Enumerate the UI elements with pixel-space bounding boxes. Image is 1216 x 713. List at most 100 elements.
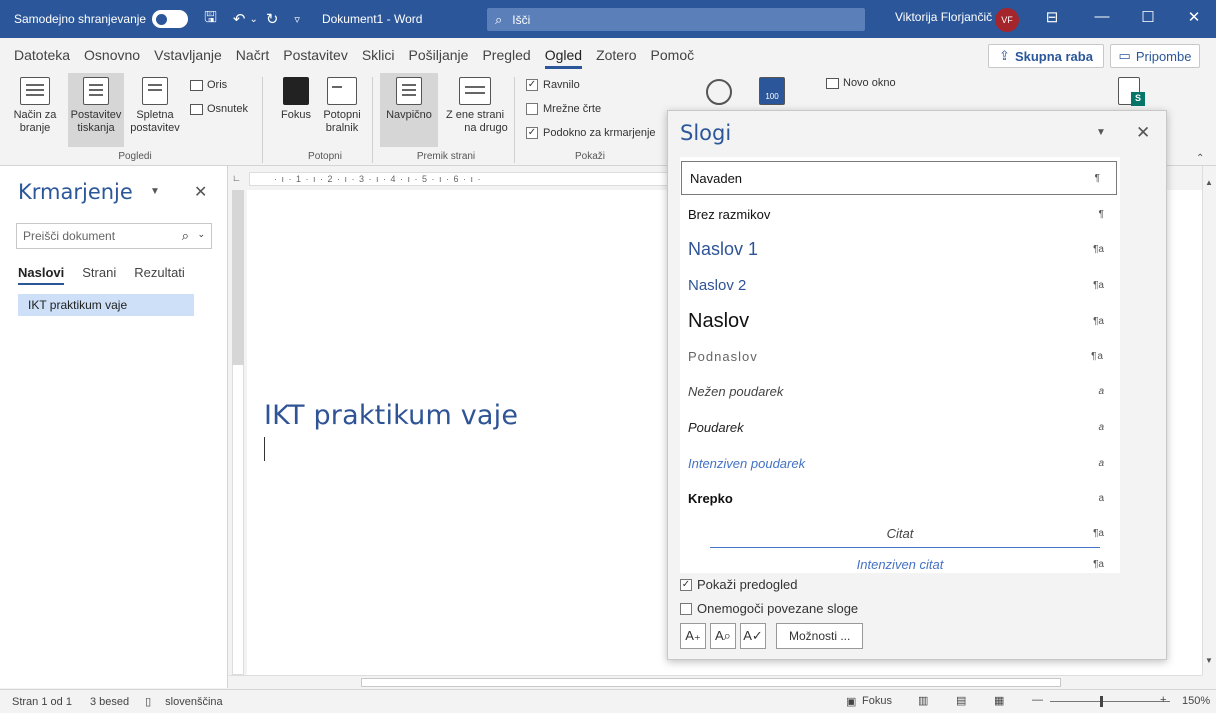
proofing-icon[interactable]: ▯ xyxy=(145,695,151,708)
zoom-slider-track[interactable] xyxy=(1050,701,1170,702)
nav-tab-headings[interactable]: Naslovi xyxy=(18,265,65,285)
print-layout-button[interactable]: Postavitev tiskanja xyxy=(68,73,124,147)
tab-osnovno[interactable]: Osnovno xyxy=(84,43,140,67)
tab-sklici[interactable]: Sklici xyxy=(362,43,395,67)
collapse-ribbon-icon[interactable]: ⌃ xyxy=(1196,153,1204,164)
document-heading[interactable]: IKT praktikum vaje xyxy=(264,400,518,431)
focus-button[interactable]: Fokus xyxy=(276,77,316,122)
nav-pane-menu-icon[interactable]: ▼ xyxy=(150,186,160,197)
tab-selector-icon[interactable]: ∟ xyxy=(232,173,241,183)
new-window-button[interactable]: Novo okno xyxy=(826,77,896,89)
style-item-intense-emphasis[interactable]: Intenziven poudarek a xyxy=(680,447,1120,479)
chevron-down-icon[interactable]: ⌄ xyxy=(197,229,205,240)
styles-pane-menu-icon[interactable]: ▼ xyxy=(1096,127,1106,138)
gridlines-checkbox[interactable]: Mrežne črte xyxy=(526,103,601,115)
style-item-subtitle[interactable]: Podnaslov ¶a xyxy=(680,340,1120,372)
tab-pomoč[interactable]: Pomoč xyxy=(651,43,695,67)
scroll-up-icon[interactable]: ▲ xyxy=(1205,178,1213,187)
styles-pane-close-icon[interactable]: ✕ xyxy=(1136,123,1150,143)
zoom-button[interactable] xyxy=(702,79,736,105)
vertical-button[interactable]: Navpično xyxy=(380,73,438,147)
tab-načrt[interactable]: Načrt xyxy=(236,43,269,67)
tab-postavitev[interactable]: Postavitev xyxy=(283,43,348,67)
style-name: Intenziven citat xyxy=(856,556,944,572)
tab-ogled[interactable]: Ogled xyxy=(544,43,583,69)
avatar[interactable]: VF xyxy=(995,8,1019,32)
save-icon[interactable]: 🖫 xyxy=(204,7,217,32)
zoom-in-icon[interactable]: + xyxy=(1160,694,1166,706)
share-button[interactable]: ⇪ Skupna raba xyxy=(988,44,1104,68)
tab-vstavljanje[interactable]: Vstavljanje xyxy=(154,43,222,67)
zoom-level[interactable]: 150% xyxy=(1182,695,1210,707)
draft-button[interactable]: Osnutek xyxy=(190,103,248,115)
tab-pošiljanje[interactable]: Pošiljanje xyxy=(409,43,469,67)
sharepoint-button[interactable]: S xyxy=(1112,77,1146,109)
style-item-quote[interactable]: Citat ¶a xyxy=(680,517,1120,549)
tab-zotero[interactable]: Zotero xyxy=(596,43,636,67)
ruler-checkbox[interactable]: ✓ Ravnilo xyxy=(526,79,580,91)
zoom-out-icon[interactable]: — xyxy=(1032,694,1043,706)
zoom-slider-thumb[interactable] xyxy=(1100,696,1103,707)
horizontal-scrollbar[interactable] xyxy=(229,675,1202,688)
read-mode-view-icon[interactable]: ▥ xyxy=(918,694,928,707)
web-layout-view-icon[interactable]: ▦ xyxy=(994,694,1004,707)
style-inspector-icon[interactable]: A⌕ xyxy=(710,623,736,649)
style-item-normal[interactable]: Navaden ¶ xyxy=(681,161,1117,195)
options-button[interactable]: Možnosti ... xyxy=(776,623,864,649)
language[interactable]: slovenščina xyxy=(165,696,222,708)
tab-pregled[interactable]: Pregled xyxy=(482,43,530,67)
side-to-side-button[interactable]: Z ene strani na drugo xyxy=(440,77,510,135)
nav-tab-results[interactable]: Rezultati xyxy=(134,265,185,280)
page-count[interactable]: Stran 1 od 1 xyxy=(12,696,72,708)
print-layout-view-icon[interactable]: ▤ xyxy=(956,694,966,707)
nav-pane-close-icon[interactable]: ✕ xyxy=(194,182,207,202)
search-icon[interactable]: ⌕ xyxy=(182,228,189,244)
focus-mode-icon[interactable]: ▣ xyxy=(846,695,856,708)
read-mode-button[interactable]: Način za branje xyxy=(4,77,66,135)
user-name[interactable]: Viktorija Florjančič xyxy=(895,10,992,24)
tab-datoteka[interactable]: Datoteka xyxy=(14,43,70,67)
document-title: Dokument1 - Word xyxy=(321,12,423,26)
nav-heading-item[interactable]: IKT praktikum vaje xyxy=(18,294,194,316)
style-item-heading-2[interactable]: Naslov 2 ¶a xyxy=(680,269,1120,301)
customize-qat-icon[interactable]: ▿ xyxy=(294,13,300,26)
search-box[interactable]: ⌕ Išči xyxy=(487,8,865,31)
print-layout-icon xyxy=(83,77,109,105)
character-style-icon: a xyxy=(1098,421,1104,433)
word-count[interactable]: 3 besed xyxy=(90,696,129,708)
nav-tab-pages[interactable]: Strani xyxy=(82,265,116,280)
autosave-toggle[interactable] xyxy=(152,10,189,28)
vertical-scrollbar[interactable]: ▲ ▼ xyxy=(1202,166,1216,675)
ribbon-display-options-icon[interactable]: ⊟ xyxy=(1040,8,1064,26)
style-item-strong[interactable]: Krepko a xyxy=(680,482,1120,514)
comments-button[interactable]: ▭ Pripombe xyxy=(1110,44,1200,68)
outline-button[interactable]: Oris xyxy=(190,79,227,91)
horizontal-scroll-thumb[interactable] xyxy=(361,678,1061,687)
zoom-100-button[interactable]: 100 xyxy=(752,77,792,109)
style-item-intense-quote[interactable]: Intenziven citat ¶a xyxy=(680,551,1120,573)
ruler-scale[interactable]: · ı · 1 · ı · 2 · ı · 3 · ı · 4 · ı · 5 … xyxy=(249,172,669,186)
nav-search-input[interactable]: Preišči dokument ⌕ ⌄ xyxy=(16,223,212,249)
focus-mode-label[interactable]: Fokus xyxy=(862,695,892,707)
scroll-down-icon[interactable]: ▼ xyxy=(1205,656,1213,665)
styles-pane-buttons: A₊ A⌕ A✓ Možnosti ... xyxy=(680,623,864,649)
style-item-title[interactable]: Naslov ¶a xyxy=(680,305,1120,337)
style-item-emphasis[interactable]: Poudarek a xyxy=(680,411,1120,443)
new-style-icon[interactable]: A₊ xyxy=(680,623,706,649)
vertical-label: Navpično xyxy=(386,109,432,121)
minimize-icon[interactable]: — xyxy=(1090,8,1114,25)
disable-linked-checkbox[interactable]: Onemogoči povezane sloge xyxy=(680,601,858,616)
undo-icon[interactable]: ↶ xyxy=(233,10,246,28)
undo-dropdown-icon[interactable]: ⌄ xyxy=(249,14,257,25)
immersive-reader-button[interactable]: Potopni bralnik xyxy=(316,77,368,135)
close-icon[interactable]: ✕ xyxy=(1182,8,1206,26)
style-item-heading-1[interactable]: Naslov 1 ¶a xyxy=(680,233,1120,265)
web-layout-button[interactable]: Spletna postavitev xyxy=(126,77,184,135)
show-preview-checkbox[interactable]: ✓ Pokaži predogled xyxy=(680,577,797,592)
maximize-icon[interactable]: ☐ xyxy=(1136,8,1160,26)
style-item-subtle-emphasis[interactable]: Nežen poudarek a xyxy=(680,375,1120,407)
style-item-no-spacing[interactable]: Brez razmikov ¶ xyxy=(680,198,1120,230)
nav-pane-checkbox[interactable]: ✓ Podokno za krmarjenje xyxy=(526,127,656,139)
redo-icon[interactable]: ↻ xyxy=(266,10,279,28)
manage-styles-icon[interactable]: A✓ xyxy=(740,623,766,649)
